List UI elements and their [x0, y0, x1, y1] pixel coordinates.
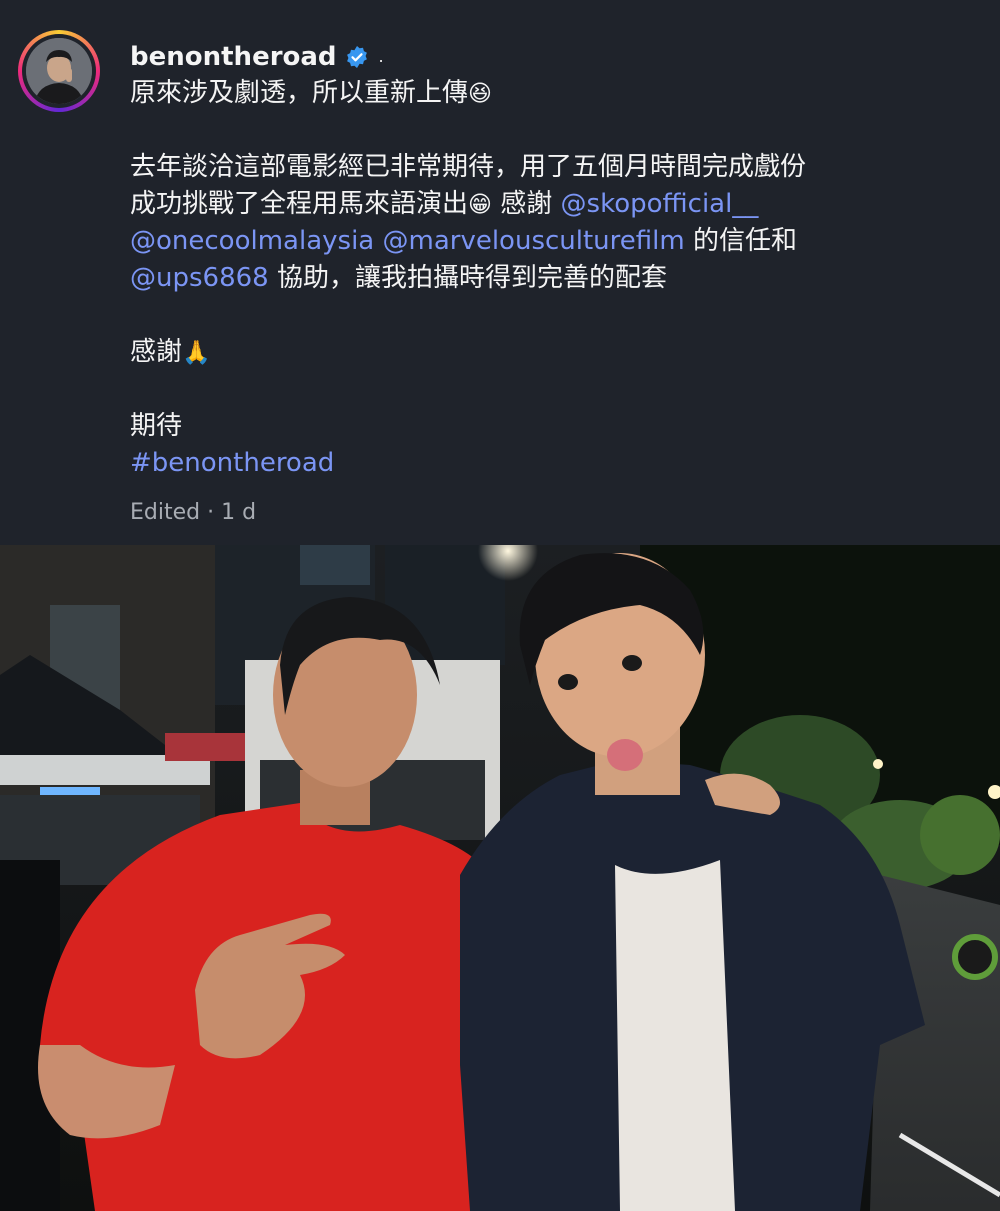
username-row: benontheroad .	[130, 38, 970, 75]
caption-line-hashtag: #benontheroad	[130, 445, 970, 482]
post-meta: Edited · 1 d	[130, 500, 257, 525]
post-photo[interactable]	[0, 545, 1000, 1211]
post-caption: benontheroad . 原來涉及劇透，所以重新上傳😆 去年談洽這部電影經已…	[0, 0, 1000, 545]
grinning-emoji: 😁	[468, 192, 492, 218]
caption-text: 感謝	[492, 189, 561, 219]
caption-line-looking-forward: 期待	[130, 411, 183, 441]
mention-onecoolmalaysia[interactable]: @onecoolmalaysia	[130, 226, 374, 256]
caption-line-3: 成功挑戰了全程用馬來語演出😁 感謝 @skopofficial__	[130, 186, 970, 223]
caption-line-5: @ups6868 協助，讓我拍攝時得到完善的配套	[130, 260, 970, 297]
caption-line-2: 去年談洽這部電影經已非常期待，用了五個月時間完成戲份	[130, 152, 807, 182]
mention-skopofficial[interactable]: @skopofficial__	[561, 189, 759, 219]
separator-dot: .	[378, 47, 384, 66]
laughing-emoji: 😆	[468, 81, 492, 107]
verified-badge-icon	[345, 45, 369, 69]
story-ring[interactable]	[18, 30, 100, 112]
hashtag-link[interactable]: #benontheroad	[130, 448, 334, 478]
caption-text: 的信任和	[684, 226, 797, 256]
caption-line-4: @onecoolmalaysia @marvelousculturefilm 的…	[130, 223, 970, 260]
photo-illustration	[0, 545, 1000, 1211]
caption-text: 原來涉及劇透，所以重新上傳	[130, 78, 469, 108]
caption-line-thanks: 感謝🙏	[130, 334, 970, 371]
caption-text: 感謝	[130, 337, 183, 367]
folded-hands-emoji: 🙏	[182, 340, 211, 366]
caption-text: 成功挑戰了全程用馬來語演出	[130, 189, 469, 219]
avatar[interactable]	[26, 38, 92, 104]
caption-content: benontheroad . 原來涉及劇透，所以重新上傳😆 去年談洽這部電影經已…	[130, 38, 970, 531]
caption-line-1: 原來涉及劇透，所以重新上傳😆	[130, 75, 970, 112]
mention-marvelousculturefilm[interactable]: @marvelousculturefilm	[383, 226, 685, 256]
caption-text: 協助，讓我拍攝時得到完善的配套	[268, 263, 667, 293]
username-link[interactable]: benontheroad	[130, 42, 337, 72]
mention-ups6868[interactable]: @ups6868	[130, 263, 269, 293]
